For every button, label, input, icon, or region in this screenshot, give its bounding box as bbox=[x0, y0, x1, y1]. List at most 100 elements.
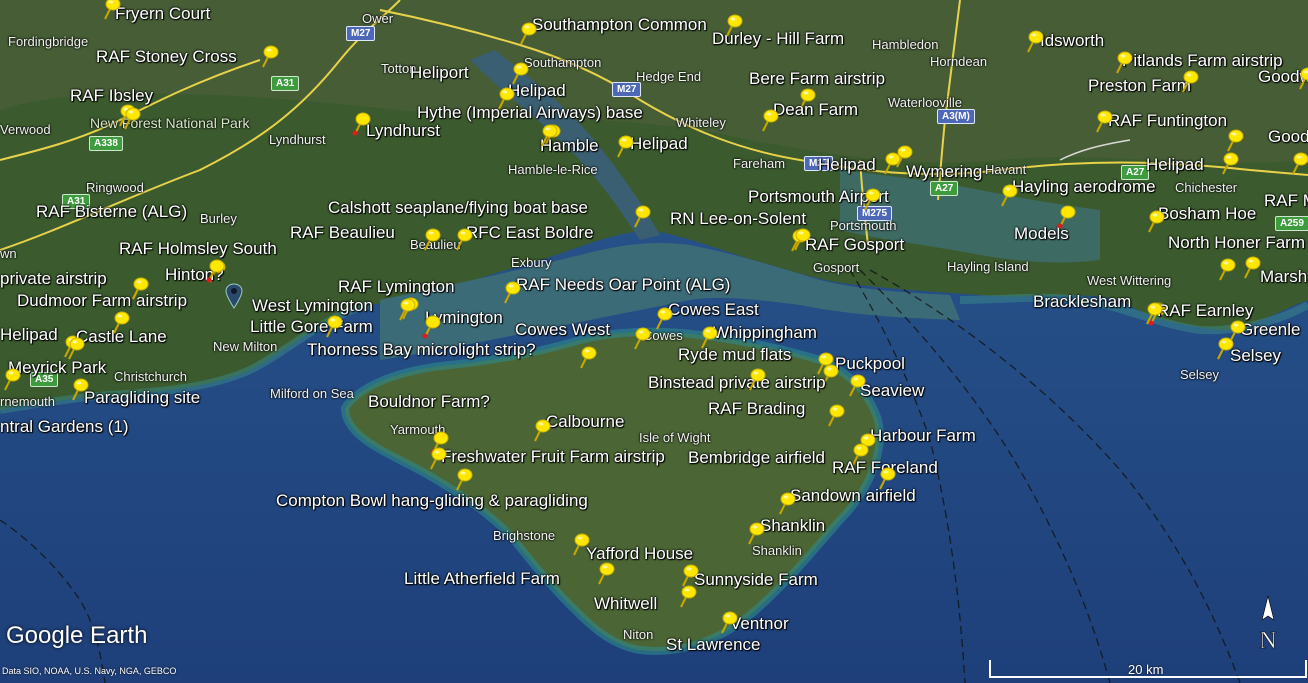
pushpin-icon[interactable] bbox=[109, 309, 131, 335]
placemark-label[interactable]: Calbourne bbox=[546, 413, 624, 430]
placemark-label[interactable]: West Lymington bbox=[252, 297, 373, 314]
placemark-label[interactable]: RAF Funtington bbox=[1108, 112, 1227, 129]
location-marker-icon[interactable] bbox=[225, 283, 243, 309]
pushpin-icon[interactable] bbox=[500, 279, 522, 305]
placemark-label[interactable]: Seaview bbox=[860, 382, 924, 399]
placemark-label[interactable]: Helipad bbox=[630, 135, 688, 152]
placemark-label[interactable]: Bouldnor Farm? bbox=[368, 393, 490, 410]
placemark-label[interactable]: Ryde mud flats bbox=[678, 346, 791, 363]
placemark-label[interactable]: Helipad bbox=[508, 82, 566, 99]
pushpin-red-tip-icon[interactable] bbox=[350, 110, 372, 136]
pushpin-icon[interactable] bbox=[652, 305, 674, 331]
pushpin-icon[interactable] bbox=[1092, 108, 1114, 134]
pushpin-icon[interactable] bbox=[395, 296, 417, 322]
pushpin-icon[interactable] bbox=[722, 12, 744, 38]
pushpin-icon[interactable] bbox=[744, 520, 766, 546]
placemark-label[interactable]: RAF Needs Oar Point (ALG) bbox=[516, 276, 730, 293]
placemark-label[interactable]: Bracklesham bbox=[1033, 293, 1131, 310]
pushpin-icon[interactable] bbox=[68, 376, 90, 402]
pushpin-icon[interactable] bbox=[1178, 68, 1200, 94]
pushpin-icon[interactable] bbox=[426, 445, 448, 471]
pushpin-icon[interactable] bbox=[860, 186, 882, 212]
placemark-label[interactable]: Cowes East bbox=[668, 301, 759, 318]
placemark-label[interactable]: Wymering bbox=[906, 163, 982, 180]
placemark-label[interactable]: RAF Ibsley bbox=[70, 87, 153, 104]
placemark-label[interactable]: Lyndhurst bbox=[366, 122, 440, 139]
placemark-label[interactable]: Thorness Bay microlight strip? bbox=[307, 341, 536, 358]
placemark-label[interactable]: Dudmoor Farm airstrip bbox=[17, 292, 187, 309]
pushpin-icon[interactable] bbox=[120, 105, 142, 131]
pushpin-icon[interactable] bbox=[717, 609, 739, 635]
placemark-label[interactable]: RAF Brading bbox=[708, 400, 805, 417]
pushpin-icon[interactable] bbox=[892, 143, 914, 169]
placemark-label[interactable]: RAF Gosport bbox=[805, 236, 904, 253]
placemark-label[interactable]: Calshott seaplane/flying boat base bbox=[328, 199, 588, 216]
placemark-label[interactable]: RAF M bbox=[1264, 192, 1308, 209]
pushpin-icon[interactable] bbox=[745, 366, 767, 392]
north-arrow-icon[interactable]: N bbox=[1256, 594, 1280, 654]
pushpin-icon[interactable] bbox=[128, 275, 150, 301]
placemark-label[interactable]: Southampton Common bbox=[532, 16, 707, 33]
pushpin-icon[interactable] bbox=[790, 226, 812, 252]
placemark-label[interactable]: Idsworth bbox=[1040, 32, 1104, 49]
placemark-label[interactable]: Sunnyside Farm bbox=[694, 571, 818, 588]
placemark-label[interactable]: RFC East Boldre bbox=[466, 224, 594, 241]
placemark-label[interactable]: Shanklin bbox=[760, 517, 825, 534]
placemark-label[interactable]: Goodwo bbox=[1268, 128, 1308, 145]
placemark-label[interactable]: North Honer Farm bbox=[1168, 234, 1305, 251]
placemark-label[interactable]: Helipad bbox=[818, 156, 876, 173]
pushpin-red-tip-icon[interactable] bbox=[1055, 203, 1077, 229]
pushpin-icon[interactable] bbox=[1295, 65, 1308, 91]
placemark-label[interactable]: Harbour Farm bbox=[870, 427, 976, 444]
placemark-label[interactable]: Heliport bbox=[410, 64, 469, 81]
placemark-label[interactable]: Whippingham bbox=[713, 324, 817, 341]
pushpin-icon[interactable] bbox=[322, 313, 344, 339]
pushpin-icon[interactable] bbox=[594, 560, 616, 586]
placemark-label[interactable]: RAF Earnley bbox=[1157, 302, 1253, 319]
pushpin-icon[interactable] bbox=[1023, 28, 1045, 54]
placemark-label[interactable]: RAF Lymington bbox=[338, 278, 455, 295]
pushpin-icon[interactable] bbox=[1218, 150, 1240, 176]
pushpin-icon[interactable] bbox=[100, 0, 122, 21]
placemark-label[interactable]: Little Atherfield Farm bbox=[404, 570, 560, 587]
placemark-label[interactable]: Dean Farm bbox=[773, 101, 858, 118]
placemark-label[interactable]: Hythe (Imperial Airways) base bbox=[417, 104, 643, 121]
placemark-label[interactable]: Helipad bbox=[0, 326, 58, 343]
map-view[interactable]: M27 M27 M27 A31 A338 A3(M) A27 A27 A259 … bbox=[0, 0, 1308, 683]
pushpin-icon[interactable] bbox=[1142, 300, 1164, 326]
placemark-label[interactable]: Preston Farm bbox=[1088, 77, 1191, 94]
pushpin-icon[interactable] bbox=[569, 531, 591, 557]
pushpin-red-tip-icon[interactable] bbox=[204, 257, 226, 283]
placemark-label[interactable]: ntral Gardens (1) bbox=[0, 418, 129, 435]
placemark-label[interactable]: Selsey bbox=[1230, 347, 1281, 364]
placemark-label[interactable]: Bosham Hoe bbox=[1158, 205, 1256, 222]
pushpin-icon[interactable] bbox=[758, 107, 780, 133]
placemark-label[interactable]: RN Lee-on-Solent bbox=[670, 210, 806, 227]
pushpin-red-tip-icon[interactable] bbox=[420, 313, 442, 339]
placemark-label[interactable]: Meyrick Park bbox=[8, 359, 106, 376]
pushpin-icon[interactable] bbox=[420, 226, 442, 252]
placemark-label[interactable]: St Lawrence bbox=[666, 636, 761, 653]
pushpin-icon[interactable] bbox=[537, 122, 559, 148]
pushpin-icon[interactable] bbox=[1213, 335, 1235, 361]
pushpin-icon[interactable] bbox=[452, 466, 474, 492]
pushpin-icon[interactable] bbox=[1240, 254, 1262, 280]
placemark-label[interactable]: Puckpool bbox=[835, 355, 905, 372]
placemark-label[interactable]: Marsh Fa bbox=[1260, 268, 1308, 285]
pushpin-icon[interactable] bbox=[530, 417, 552, 443]
pushpin-icon[interactable] bbox=[613, 133, 635, 159]
placemark-label[interactable]: Hayling aerodrome bbox=[1012, 178, 1156, 195]
pushpin-icon[interactable] bbox=[64, 335, 86, 361]
pushpin-icon[interactable] bbox=[1112, 49, 1134, 75]
placemark-label[interactable]: Little Gore Farm bbox=[250, 318, 373, 335]
pushpin-icon[interactable] bbox=[576, 344, 598, 370]
pushpin-icon[interactable] bbox=[1215, 256, 1237, 282]
pushpin-icon[interactable] bbox=[824, 402, 846, 428]
placemark-label[interactable]: Whitwell bbox=[594, 595, 657, 612]
placemark-label[interactable]: RAF Beaulieu bbox=[290, 224, 395, 241]
placemark-label[interactable]: Binstead private airstrip bbox=[648, 374, 826, 391]
placemark-label[interactable]: Cowes West bbox=[515, 321, 610, 338]
pushpin-icon[interactable] bbox=[1288, 150, 1308, 176]
pushpin-icon[interactable] bbox=[0, 366, 22, 392]
placemark-label[interactable]: Helipad bbox=[1146, 156, 1204, 173]
